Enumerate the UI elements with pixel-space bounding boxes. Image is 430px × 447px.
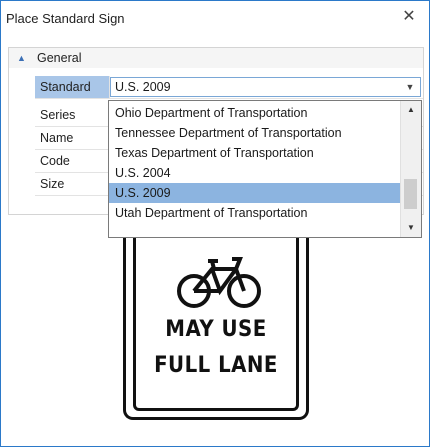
standard-combobox[interactable]: U.S. 2009 ▼ bbox=[110, 77, 421, 97]
property-label-name: Name bbox=[35, 127, 109, 150]
sign-text-line1: MAY USE bbox=[165, 317, 267, 342]
dropdown-option[interactable]: Utah Department of Transportation bbox=[109, 203, 401, 223]
collapse-icon[interactable]: ▲ bbox=[17, 51, 29, 65]
standard-combobox-value: U.S. 2009 bbox=[115, 80, 171, 94]
scroll-up-icon[interactable]: ▲ bbox=[401, 101, 421, 119]
sign-preview: MAY USE FULL LANE bbox=[1, 213, 429, 446]
dropdown-option[interactable]: Ohio Department of Transportation bbox=[109, 103, 401, 123]
property-label-size: Size bbox=[35, 173, 109, 196]
standard-dropdown-list[interactable]: Ohio Department of Transportation Tennes… bbox=[108, 100, 422, 238]
property-label-series: Series bbox=[35, 104, 109, 127]
category-label: General bbox=[37, 51, 82, 65]
dropdown-option-selected[interactable]: U.S. 2009 bbox=[109, 183, 401, 203]
close-icon[interactable]: ✕ bbox=[399, 7, 419, 27]
dropdown-option[interactable]: Texas Department of Transportation bbox=[109, 143, 401, 163]
property-label-standard: Standard bbox=[35, 76, 109, 99]
scrollbar-thumb[interactable] bbox=[404, 179, 417, 209]
dialog-title: Place Standard Sign bbox=[6, 11, 125, 26]
dropdown-scrollbar[interactable]: ▲ ▼ bbox=[400, 101, 421, 237]
property-label-code: Code bbox=[35, 150, 109, 173]
place-standard-sign-dialog: Place Standard Sign ✕ ▲ General Standard… bbox=[0, 0, 430, 447]
sign-image: MAY USE FULL LANE bbox=[123, 213, 309, 420]
scroll-down-icon[interactable]: ▼ bbox=[401, 219, 421, 237]
bicycle-icon bbox=[177, 257, 261, 308]
property-row-standard[interactable]: Standard U.S. 2009 ▼ bbox=[9, 76, 423, 99]
category-general[interactable]: ▲ General bbox=[9, 48, 423, 68]
sign-border: MAY USE FULL LANE bbox=[133, 213, 299, 411]
dropdown-option[interactable]: U.S. 2004 bbox=[109, 163, 401, 183]
title-bar: Place Standard Sign ✕ bbox=[1, 1, 429, 35]
sign-text-line2: FULL LANE bbox=[154, 353, 278, 378]
dropdown-option[interactable]: Tennessee Department of Transportation bbox=[109, 123, 401, 143]
chevron-down-icon[interactable]: ▼ bbox=[400, 78, 420, 96]
